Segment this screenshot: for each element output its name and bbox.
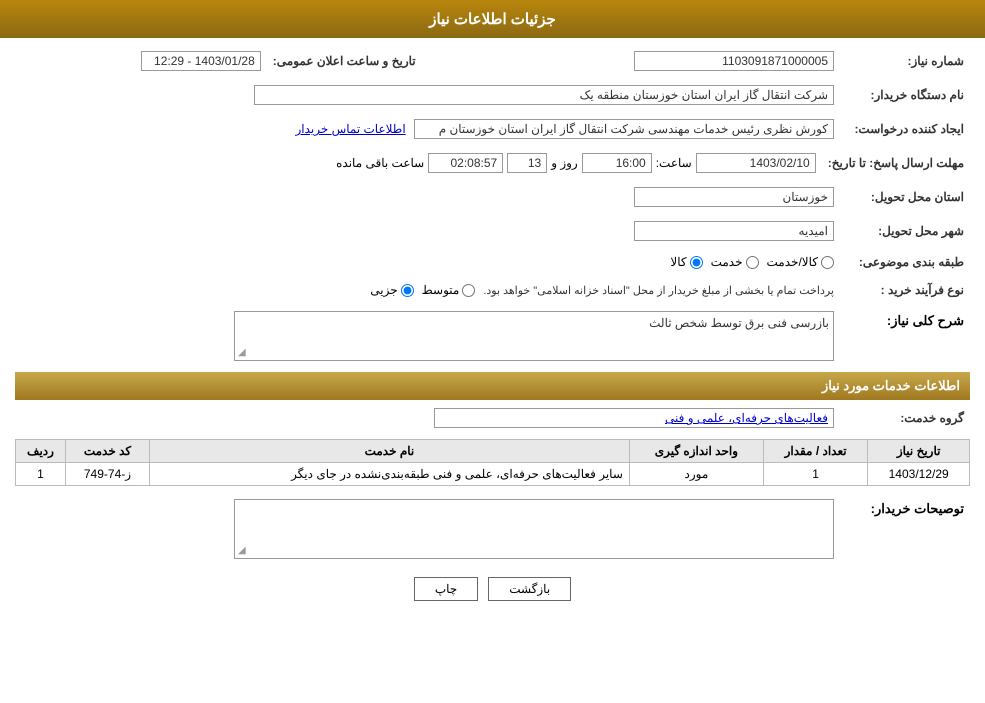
mohlet-saat-label: ساعت: xyxy=(656,156,692,170)
resize-handle[interactable]: ◢ xyxy=(238,347,246,358)
cell-nam: سایر فعالیت‌های حرفه‌ای، علمی و فنی طبقه… xyxy=(149,463,629,486)
nam-dastgah-label: نام دستگاه خریدار: xyxy=(840,82,970,108)
cell-tedad: 1 xyxy=(763,463,867,486)
cell-tarikh: 1403/12/29 xyxy=(868,463,970,486)
col-tedad: تعداد / مقدار xyxy=(763,440,867,463)
radio-kala-khedmat-label: کالا/خدمت xyxy=(767,255,818,269)
page-title: جزئیات اطلاعات نیاز xyxy=(429,11,556,28)
radio-motavaset-label: متوسط xyxy=(422,283,460,297)
radio-khedmat-label: خدمت xyxy=(711,255,743,269)
cell-radif: 1 xyxy=(16,463,66,486)
farayand-note: پرداخت تمام یا بخشی از مبلغ خریدار از مح… xyxy=(483,284,834,297)
cell-vahed: مورد xyxy=(629,463,763,486)
mohlet-baqi-label: ساعت باقی مانده xyxy=(336,156,424,170)
radio-khedmat[interactable]: خدمت xyxy=(711,255,759,269)
page-header: جزئیات اطلاعات نیاز xyxy=(0,0,985,38)
radio-kala-label: کالا xyxy=(670,255,686,269)
tosih-box: ◢ xyxy=(234,499,834,559)
radio-motavaset[interactable]: متوسط xyxy=(422,283,476,297)
cell-kod: ز-74-749 xyxy=(66,463,150,486)
ostan-value: خوزستان xyxy=(634,187,834,207)
sharh-section-label: شرح کلی نیاز: xyxy=(840,308,970,364)
shomara-niaz-label: شماره نیاز: xyxy=(840,48,970,74)
tosih-label: توصیحات خریدار: xyxy=(840,496,970,562)
nooe-farayand-label: نوع فرآیند خرید : xyxy=(840,280,970,300)
tabaqabandi-label: طبقه بندی موضوعی: xyxy=(840,252,970,272)
radio-jozii-label: جزیی xyxy=(370,283,397,297)
col-radif: ردیف xyxy=(16,440,66,463)
mohlet-label: مهلت ارسال پاسخ: تا تاریخ: xyxy=(822,150,970,176)
shahr-label: شهر محل تحویل: xyxy=(840,218,970,244)
ostan-label: استان محل تحویل: xyxy=(840,184,970,210)
back-button[interactable]: بازگشت xyxy=(488,577,571,601)
col-kod: کد خدمت xyxy=(66,440,150,463)
services-table: تاریخ نیاز تعداد / مقدار واحد اندازه گیر… xyxy=(15,439,970,486)
mohlet-date: 1403/02/10 xyxy=(696,153,816,173)
col-tarikh-niaz: تاریخ نیاز xyxy=(868,440,970,463)
mohlet-rooz: 13 xyxy=(507,153,547,173)
grooh-khedmat-value[interactable]: فعالیت‌های حرفه‌ای، علمی و فنی xyxy=(434,408,834,428)
mohlet-baqi: 02:08:57 xyxy=(428,153,503,173)
sharh-box: بازرسی فنی برق توسط شخص ثالث ◢ xyxy=(234,311,834,361)
bottom-buttons: بازگشت چاپ xyxy=(15,577,970,601)
services-section-title: اطلاعات خدمات مورد نیاز xyxy=(15,372,970,400)
shomara-niaz-value: 1103091871000005 xyxy=(634,51,834,71)
col-vahed: واحد اندازه گیری xyxy=(629,440,763,463)
tarikh-elan-label: تاریخ و ساعت اعلان عمومی: xyxy=(267,48,436,74)
mohlet-rooz-label: روز و xyxy=(551,156,578,170)
radio-kala[interactable]: کالا xyxy=(670,255,702,269)
radio-kala-khedmat[interactable]: کالا/خدمت xyxy=(767,255,834,269)
mohlet-saat: 16:00 xyxy=(582,153,652,173)
radio-jozii[interactable]: جزیی xyxy=(370,283,413,297)
nam-dastgah-value: شرکت انتقال گاز ایران استان خوزستان منطق… xyxy=(254,85,834,105)
table-row: 1403/12/29 1 مورد سایر فعالیت‌های حرفه‌ا… xyxy=(16,463,970,486)
tarikh-elan-value: 1403/01/28 - 12:29 xyxy=(141,51,261,71)
grooh-khedmat-label: گروه خدمت: xyxy=(840,405,970,431)
tosih-resize-handle[interactable]: ◢ xyxy=(238,545,246,556)
shahr-value: امیدیه xyxy=(634,221,834,241)
ijad-konande-label: ایجاد کننده درخواست: xyxy=(840,116,970,142)
ijad-konande-value: کورش نظری رئیس خدمات مهندسی شرکت انتقال … xyxy=(414,119,834,139)
itemaas-link[interactable]: اطلاعات تماس خریدار xyxy=(295,122,405,136)
print-button[interactable]: چاپ xyxy=(414,577,478,601)
col-nam: نام خدمت xyxy=(149,440,629,463)
sharh-value: بازرسی فنی برق توسط شخص ثالث xyxy=(649,316,829,330)
